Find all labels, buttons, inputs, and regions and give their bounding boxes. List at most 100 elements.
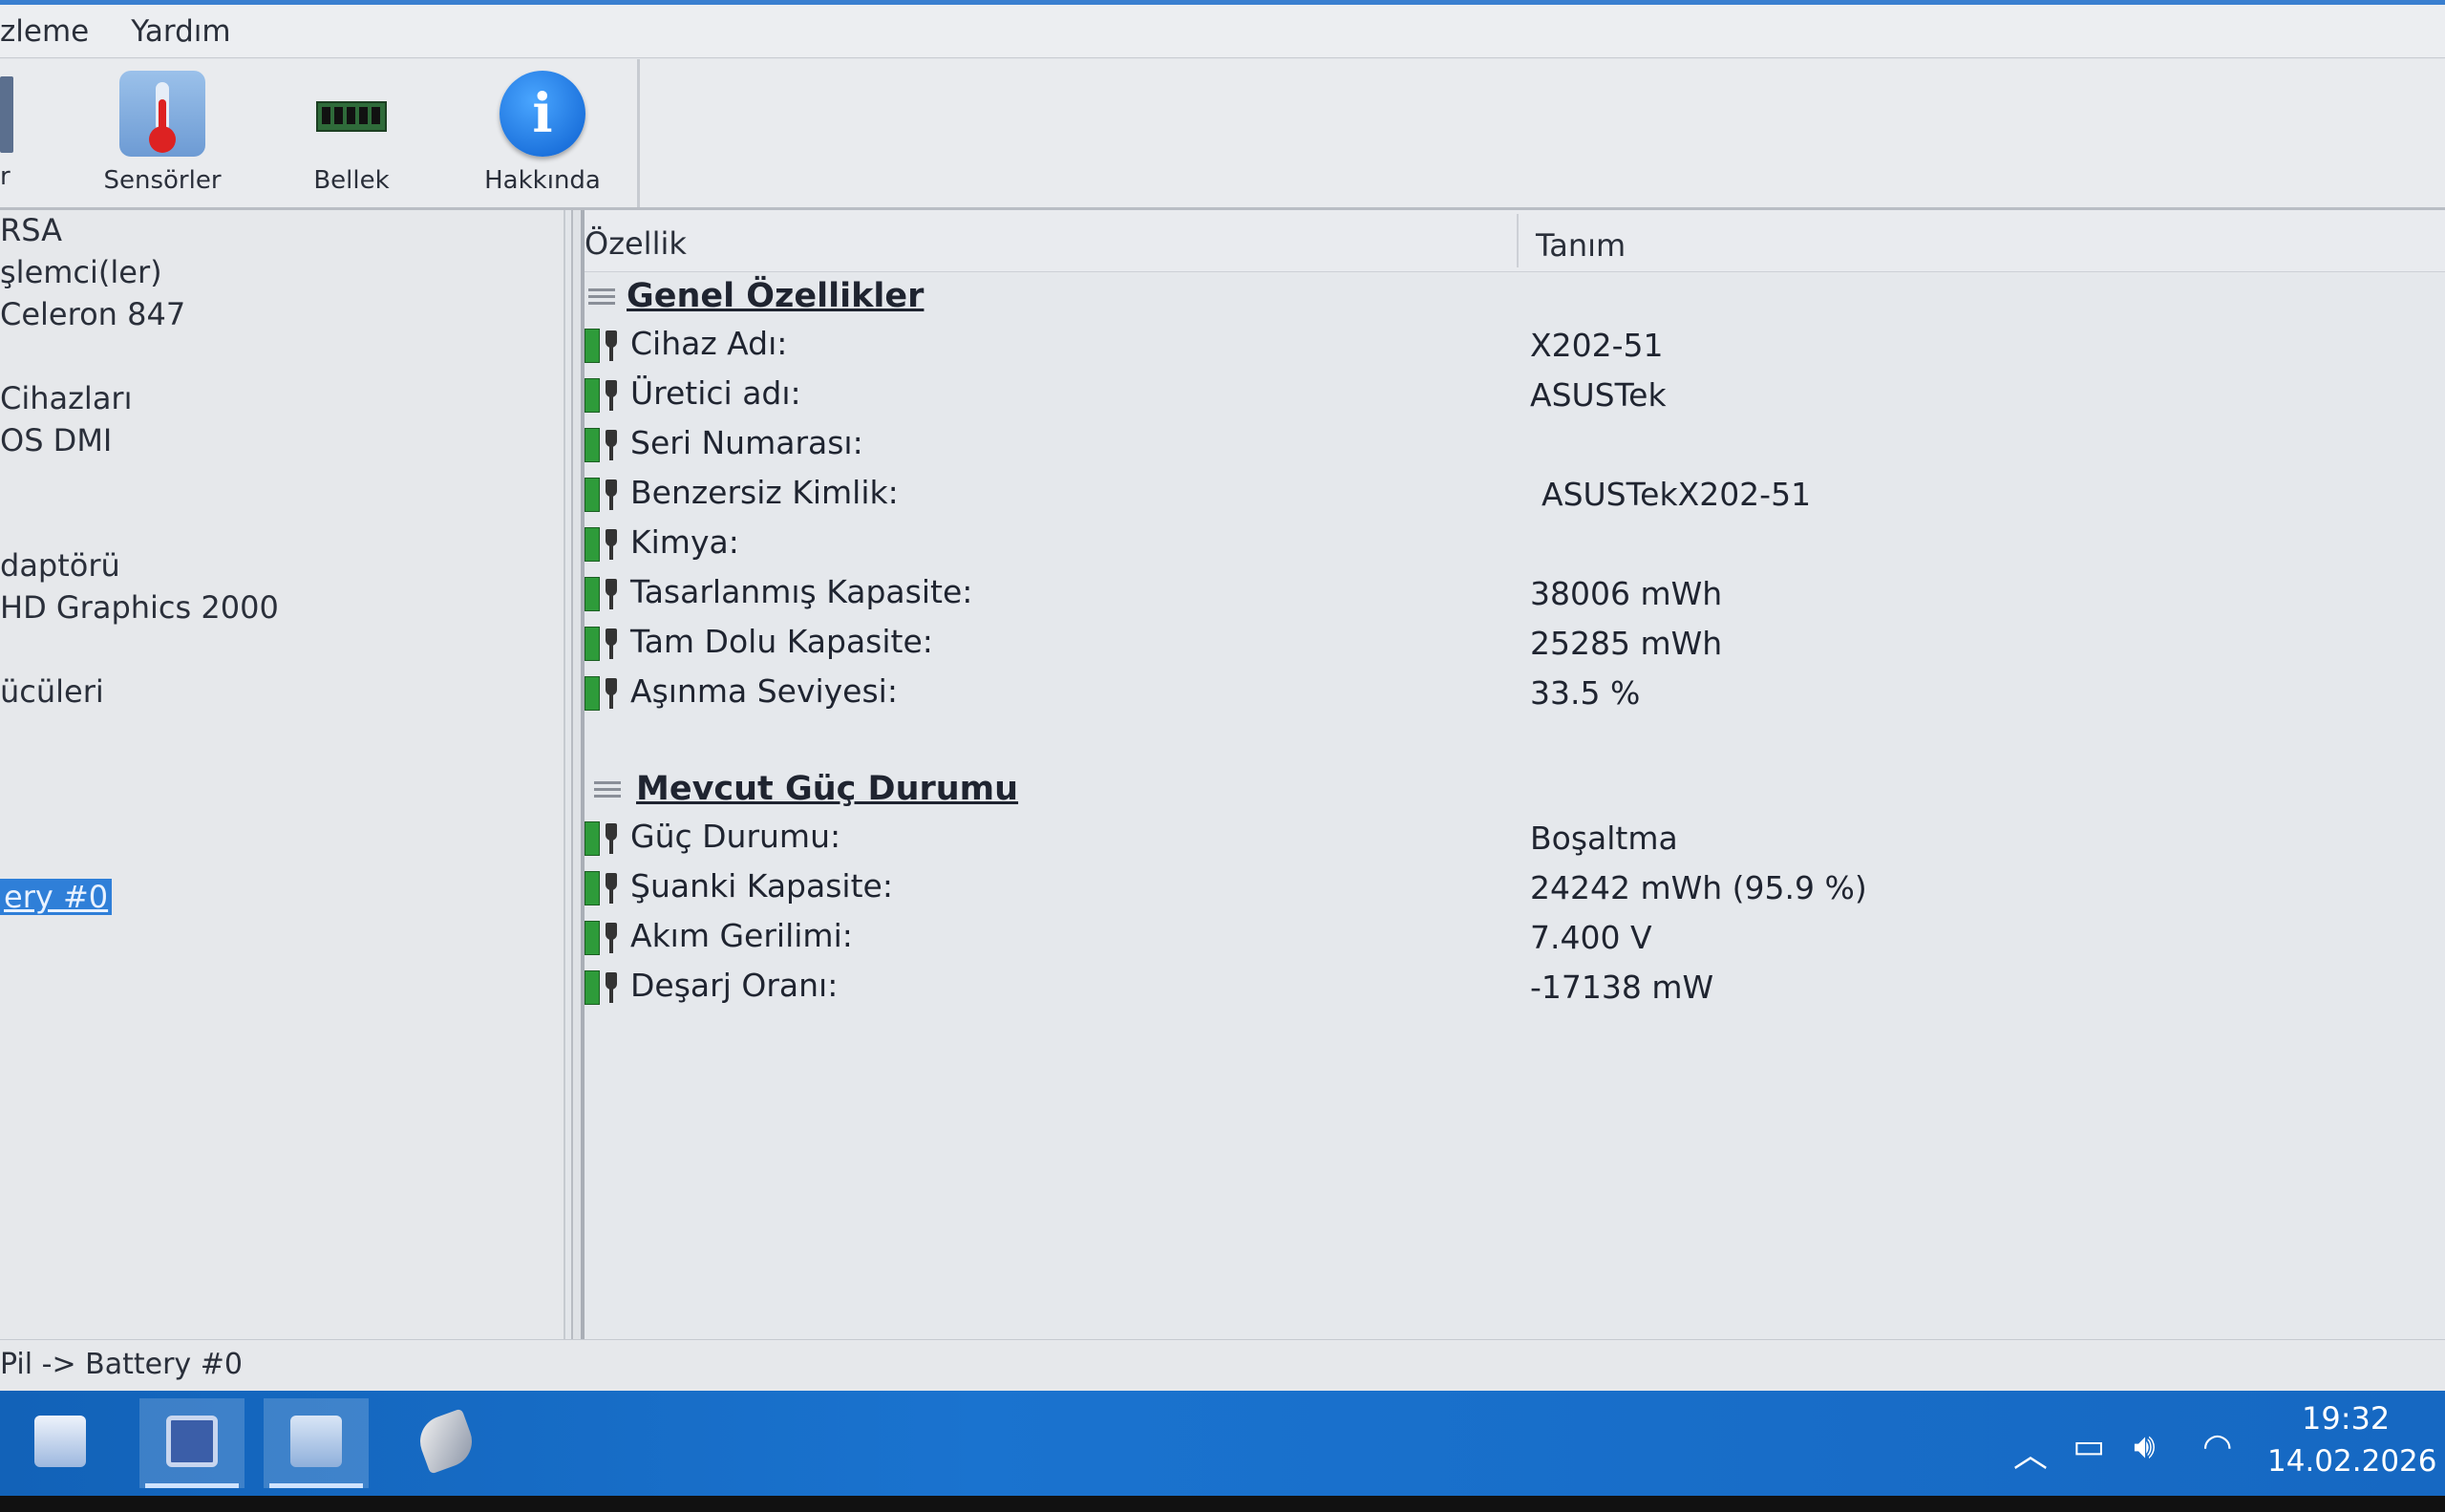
column-description-header[interactable]: Tanım	[1536, 227, 1626, 264]
property-row[interactable]: Üretici adı: ASUSTek	[585, 374, 2445, 424]
device-tree[interactable]: RSA şlemci(ler) Celeron 847 Cihazları OS…	[0, 210, 565, 1339]
property-name: Kimya:	[630, 523, 739, 561]
tree-item[interactable]: şlemci(ler)	[0, 254, 162, 290]
property-name: Cihaz Adı:	[630, 325, 788, 362]
pen-app-icon	[413, 1408, 479, 1475]
property-value: 25285 mWh	[1530, 625, 1723, 662]
about-button[interactable]: i Hakkında	[457, 71, 628, 204]
tree-item[interactable]: HD Graphics 2000	[0, 589, 279, 626]
info-icon: i	[500, 71, 585, 157]
battery-plug-icon	[585, 577, 625, 611]
property-row[interactable]: Seri Numarası:	[585, 424, 2445, 474]
property-name: Güç Durumu:	[630, 818, 841, 855]
battery-plug-icon	[585, 478, 625, 512]
properties-panel: Özellik Tanım Genel Özellikler Cihaz Adı…	[585, 210, 2445, 1339]
column-property-header[interactable]: Özellik	[585, 225, 687, 262]
hardware-info-icon	[290, 1416, 342, 1467]
section-general: Genel Özellikler	[585, 275, 2445, 329]
section-title: Genel Özellikler	[627, 277, 925, 315]
toolbar-partial-label: r	[0, 162, 11, 191]
tree-item[interactable]: Cihazları	[0, 380, 132, 416]
tree-item[interactable]: RSA	[0, 212, 62, 248]
property-name: Deşarj Oranı:	[630, 967, 839, 1004]
property-value: 33.5 %	[1530, 674, 1641, 712]
menu-help[interactable]: Yardım	[131, 14, 230, 49]
memory-stick-icon	[308, 71, 394, 157]
toolbar-separator	[637, 59, 640, 207]
battery-plug-icon	[585, 329, 625, 363]
battery-plug-icon	[585, 428, 625, 462]
property-value: -17138 mW	[1530, 969, 1714, 1006]
section-title: Mevcut Güç Durumu	[636, 770, 1019, 808]
tree-item[interactable]: OS DMI	[0, 422, 112, 458]
property-row[interactable]: Kimya:	[585, 523, 2445, 573]
property-row[interactable]: Deşarj Oranı: -17138 mW	[585, 967, 2445, 1016]
taskbar-app-4[interactable]	[393, 1398, 499, 1488]
column-header: Özellik Tanım	[585, 210, 2445, 272]
property-name: Üretici adı:	[630, 374, 801, 412]
toolbar-partial-icon[interactable]	[0, 76, 13, 153]
menu-bar: zleme Yardım	[0, 5, 2445, 58]
tree-item[interactable]: daptörü	[0, 547, 120, 584]
taskbar-app-2[interactable]	[139, 1398, 244, 1488]
property-value: X202-51	[1530, 327, 1664, 364]
wifi-icon[interactable]: ◠	[2202, 1427, 2232, 1466]
section-power-status: Mevcut Güç Durumu	[585, 768, 2445, 821]
property-row[interactable]: Güç Durumu: Boşaltma	[585, 818, 2445, 867]
memory-button[interactable]: Bellek	[266, 71, 437, 204]
screen-bezel	[0, 1496, 2445, 1512]
thermometer-icon	[119, 71, 205, 157]
property-name: Benzersiz Kimlik:	[630, 474, 899, 511]
property-name: Aşınma Seviyesi:	[630, 672, 898, 710]
status-bar: Pil -> Battery #0	[0, 1339, 2445, 1392]
panel-splitter[interactable]	[571, 210, 585, 1339]
property-name: Tasarlanmış Kapasite:	[630, 573, 973, 610]
battery-plug-icon	[585, 676, 625, 711]
property-row[interactable]: Benzersiz Kimlik: ASUSTekX202-51	[585, 474, 2445, 523]
property-name: Tam Dolu Kapasite:	[630, 623, 933, 660]
menu-view[interactable]: zleme	[0, 14, 89, 49]
property-row[interactable]: Akım Gerilimi: 7.400 V	[585, 917, 2445, 967]
chevron-up-icon[interactable]: ︿	[2013, 1427, 2048, 1477]
taskbar-app-3[interactable]	[264, 1398, 369, 1488]
property-value: 24242 mWh (95.9 %)	[1530, 869, 1867, 906]
battery-plug-icon	[585, 821, 625, 856]
property-value: 7.400 V	[1530, 919, 1652, 956]
property-row[interactable]: Aşınma Seviyesi: 33.5 %	[585, 672, 2445, 722]
tree-item[interactable]: Celeron 847	[0, 296, 185, 332]
property-value: Boşaltma	[1530, 820, 1678, 857]
property-name: Seri Numarası:	[630, 424, 863, 461]
property-row[interactable]: Tasarlanmış Kapasite: 38006 mWh	[585, 573, 2445, 623]
clock-date[interactable]: 14.02.2026	[2267, 1444, 2437, 1479]
property-name: Şuanki Kapasite:	[630, 867, 893, 905]
column-divider[interactable]	[1517, 214, 1519, 267]
property-row[interactable]: Şuanki Kapasite: 24242 mWh (95.9 %)	[585, 867, 2445, 917]
about-button-label: Hakkında	[484, 166, 601, 195]
computer-icon	[34, 1416, 86, 1467]
battery-plug-icon	[585, 378, 625, 413]
toolbar: r Sensörler Bellek i Hakkında	[0, 59, 2445, 210]
battery-plug-icon	[585, 527, 625, 562]
property-value: 38006 mWh	[1530, 575, 1723, 612]
battery-plug-icon	[585, 970, 625, 1005]
section-list-icon	[588, 288, 615, 308]
volume-icon[interactable]: 🔊︎	[2134, 1427, 2156, 1467]
taskbar: ︿ ▭ 🔊︎ ◠ 19:32 14.02.2026	[0, 1391, 2445, 1496]
memory-button-label: Bellek	[313, 166, 390, 195]
status-path: Pil -> Battery #0	[0, 1348, 243, 1381]
section-list-icon	[594, 781, 621, 800]
battery-plug-icon	[585, 871, 625, 905]
property-row[interactable]: Tam Dolu Kapasite: 25285 mWh	[585, 623, 2445, 672]
sensors-button-label: Sensörler	[103, 166, 222, 195]
property-value: ASUSTekX202-51	[1541, 476, 1812, 513]
tree-item[interactable]: ücüleri	[0, 673, 104, 710]
clock-time[interactable]: 19:32	[2302, 1400, 2390, 1437]
battery-icon[interactable]: ▭	[2073, 1427, 2105, 1466]
taskbar-app-1[interactable]	[8, 1398, 113, 1488]
battery-plug-icon	[585, 921, 625, 955]
tree-item-selected-battery[interactable]: ery #0	[0, 879, 113, 915]
property-row[interactable]: Cihaz Adı: X202-51	[585, 325, 2445, 374]
property-name: Akım Gerilimi:	[630, 917, 853, 954]
battery-plug-icon	[585, 627, 625, 661]
sensors-button[interactable]: Sensörler	[76, 71, 248, 204]
